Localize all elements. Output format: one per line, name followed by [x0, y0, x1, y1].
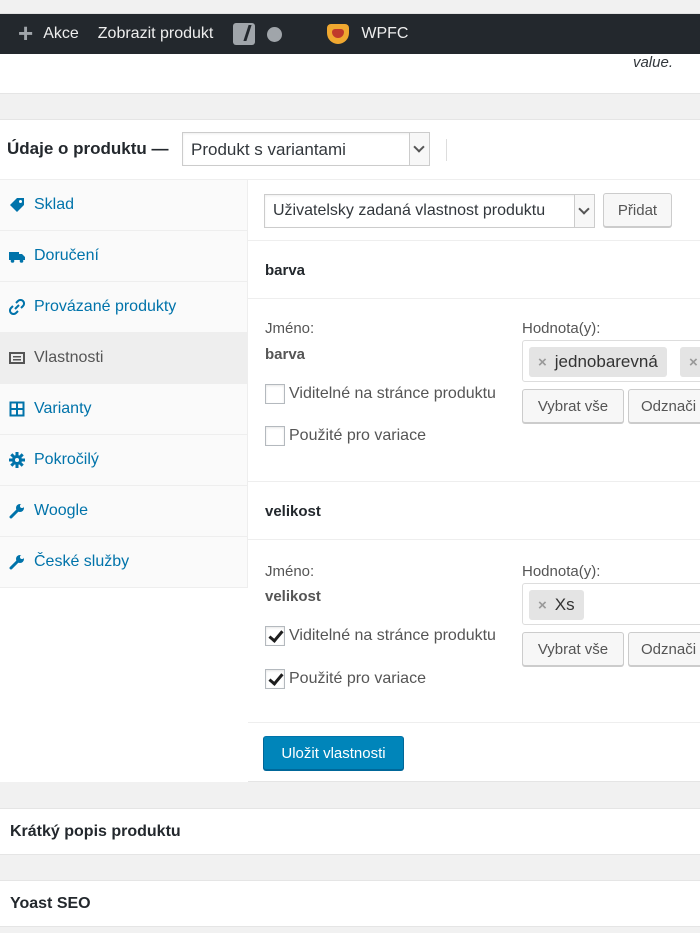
- select-all-button[interactable]: Vybrat vše: [522, 632, 624, 666]
- attributes-toolbar: Uživatelsky zadaná vlastnost produktu Př…: [248, 180, 700, 241]
- view-product-link[interactable]: Zobrazit produkt: [98, 14, 214, 54]
- product-data-title: Údaje o produktu —: [7, 139, 169, 158]
- value-tag[interactable]: ×: [680, 347, 700, 377]
- plus-icon: +: [18, 18, 34, 48]
- new-menu[interactable]: + Akce: [0, 14, 79, 54]
- attribute-name-value: velikost: [265, 588, 321, 605]
- save-attributes-button[interactable]: Uložit vlastnosti: [263, 736, 404, 770]
- tab-label: Vlastnosti: [34, 349, 104, 366]
- remove-tag-icon[interactable]: ×: [538, 597, 547, 614]
- visible-on-product-checkbox-row[interactable]: Viditelné na stránce produktu: [265, 384, 496, 404]
- yoast-icon[interactable]: [233, 23, 256, 45]
- select-all-button[interactable]: Vybrat vše: [522, 389, 624, 423]
- value-tag[interactable]: × jednobarevná: [529, 347, 667, 377]
- name-label: Jméno:: [265, 320, 315, 337]
- product-data-box: Údaje o produktu — Produkt s variantami …: [0, 119, 700, 782]
- product-data-header: Údaje o produktu — Produkt s variantami: [0, 120, 700, 180]
- tab-label: Sklad: [34, 196, 75, 213]
- deselect-all-button[interactable]: Odznači: [628, 389, 700, 423]
- truck-icon: [9, 248, 25, 264]
- admin-bar: + Akce Zobrazit produkt WPFC: [0, 14, 700, 54]
- description-box-bottom: value.: [0, 54, 700, 94]
- description-text: value.: [632, 54, 673, 71]
- tab-shipping[interactable]: Doručení: [0, 231, 247, 282]
- attribute-header-name: velikost: [265, 503, 321, 520]
- attributes-panel: Uživatelsky zadaná vlastnost produktu Př…: [248, 180, 700, 782]
- value-tag[interactable]: × Xs: [529, 590, 584, 620]
- remove-tag-icon[interactable]: ×: [538, 354, 547, 371]
- yoast-seo-title: Yoast SEO: [10, 895, 91, 912]
- visible-label: Viditelné na stránce produktu: [289, 627, 496, 644]
- tab-advanced[interactable]: Pokročilý: [0, 435, 247, 486]
- yoast-seo-box[interactable]: Yoast SEO: [0, 880, 700, 927]
- chevron-down-icon: [574, 195, 594, 227]
- wrench-icon: [9, 503, 25, 519]
- wpfc-icon[interactable]: [326, 24, 350, 44]
- chevron-down-icon: [409, 133, 429, 165]
- sidebar-empty-area: [0, 588, 248, 782]
- used-for-variations-checkbox-row[interactable]: Použité pro variace: [265, 669, 426, 689]
- tag-label: Xs: [554, 595, 575, 614]
- add-attribute-button[interactable]: Přidat: [603, 193, 672, 227]
- tab-czech-services[interactable]: České služby: [0, 537, 247, 588]
- tab-label: Pokročilý: [34, 451, 99, 468]
- tab-label: Varianty: [34, 400, 92, 417]
- variation-checkbox[interactable]: [265, 426, 285, 446]
- used-for-variations-checkbox-row[interactable]: Použité pro variace: [265, 426, 426, 446]
- variation-checkbox[interactable]: [265, 669, 285, 689]
- attribute-values-field[interactable]: × jednobarevná ×: [522, 340, 700, 382]
- attribute-body: Jméno: barva Viditelné na stránce produk…: [248, 299, 700, 482]
- top-strip: [0, 0, 700, 14]
- attribute-header-name: barva: [265, 262, 306, 279]
- visible-checkbox[interactable]: [265, 384, 285, 404]
- tab-variations[interactable]: Varianty: [0, 384, 247, 435]
- short-description-box[interactable]: Krátký popis produktu: [0, 808, 700, 855]
- variation-label: Použité pro variace: [289, 427, 426, 444]
- attribute-taxonomy-value: Uživatelsky zadaná vlastnost produktu: [273, 202, 546, 219]
- name-label: Jméno:: [265, 563, 315, 580]
- attribute-values-field[interactable]: × Xs: [522, 583, 700, 625]
- remove-tag-icon[interactable]: ×: [689, 354, 698, 371]
- short-description-title: Krátký popis produktu: [10, 823, 181, 840]
- attribute-name-value: barva: [265, 346, 306, 363]
- grid-icon: [9, 401, 25, 417]
- visible-checkbox[interactable]: [265, 626, 285, 646]
- tag-label: jednobarevná: [554, 352, 658, 371]
- divider: [446, 139, 447, 161]
- tab-linked-products[interactable]: Provázané produkty: [0, 282, 247, 333]
- new-label: Akce: [43, 25, 79, 42]
- seo-status-icon[interactable]: [267, 26, 283, 42]
- product-data-tabs: Sklad Doručení Provázané produkty Vlastn…: [0, 180, 248, 782]
- tab-attributes[interactable]: Vlastnosti: [0, 333, 247, 384]
- variation-label: Použité pro variace: [289, 670, 426, 687]
- product-type-value: Produkt s variantami: [191, 140, 346, 159]
- wrench-icon: [9, 554, 25, 570]
- attribute-header[interactable]: velikost: [248, 482, 700, 540]
- visible-label: Viditelné na stránce produktu: [289, 385, 496, 402]
- visible-on-product-checkbox-row[interactable]: Viditelné na stránce produktu: [265, 626, 496, 646]
- tag-icon: [9, 197, 25, 213]
- tab-label: Woogle: [34, 502, 88, 519]
- deselect-all-button[interactable]: Odznači: [628, 632, 700, 666]
- attribute-body: Jméno: velikost Viditelné na stránce pro…: [248, 540, 700, 723]
- wpfc-menu[interactable]: WPFC: [361, 14, 408, 54]
- product-type-select[interactable]: Produkt s variantami: [182, 132, 430, 166]
- attribute-header[interactable]: barva: [248, 241, 700, 299]
- tab-inventory[interactable]: Sklad: [0, 180, 247, 231]
- tab-label: České služby: [34, 553, 130, 570]
- attribute-taxonomy-select[interactable]: Uživatelsky zadaná vlastnost produktu: [264, 194, 595, 228]
- list-icon: [9, 350, 25, 366]
- values-label: Hodnota(y):: [522, 320, 601, 337]
- tab-label: Doručení: [34, 247, 99, 264]
- gear-icon: [9, 452, 25, 468]
- tab-label: Provázané produkty: [34, 298, 177, 315]
- tab-woogle[interactable]: Woogle: [0, 486, 247, 537]
- link-icon: [8, 298, 26, 316]
- values-label: Hodnota(y):: [522, 563, 601, 580]
